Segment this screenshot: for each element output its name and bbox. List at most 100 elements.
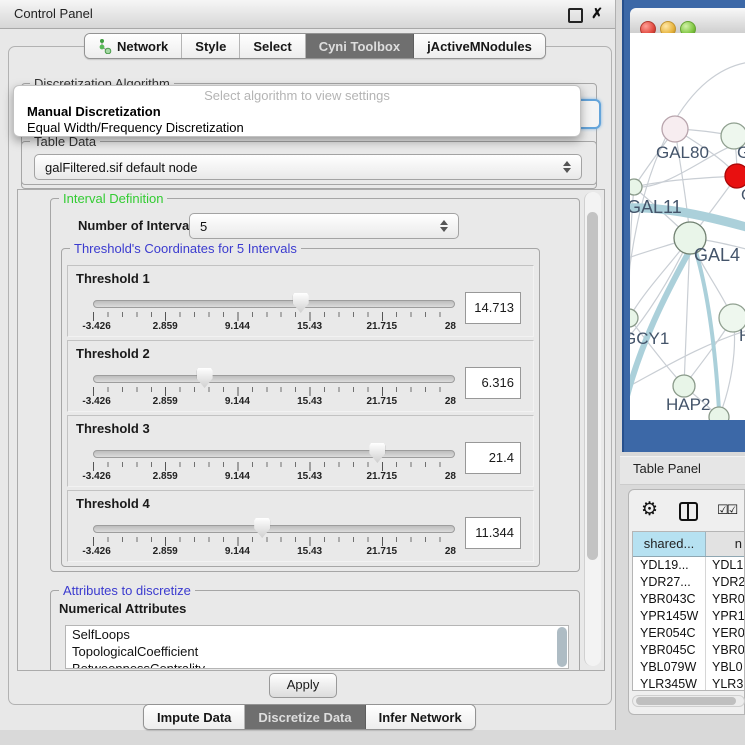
tab-network[interactable]: Network [85, 34, 182, 58]
node-label: GAL4 [694, 245, 740, 265]
dropdown-option-equal-width[interactable]: Equal Width/Frequency Discretization [27, 120, 244, 135]
table-data-combobox[interactable]: galFiltered.sif default node [34, 154, 582, 180]
threshold-4-slider-track[interactable] [93, 525, 455, 533]
node-label: GAL80 [656, 143, 709, 162]
node-label: H [739, 326, 745, 345]
thresholds-group: Threshold's Coordinates for 5 Intervals … [61, 248, 540, 567]
table-data-selected: galFiltered.sif default node [45, 160, 563, 175]
threshold-1-slider-thumb[interactable] [293, 293, 309, 313]
slider-ticks [93, 537, 454, 546]
cyni-mode-tabbar: Impute Data Discretize Data Infer Networ… [143, 704, 476, 730]
tab-cyni-toolbox[interactable]: Cyni Toolbox [306, 34, 414, 58]
attributes-group-title: Attributes to discretize [59, 583, 195, 598]
table-row[interactable]: YBR045CYBR0 [633, 642, 744, 659]
gear-icon[interactable]: ⚙ [641, 498, 658, 521]
column-header-name[interactable]: n [706, 532, 744, 556]
table-row[interactable]: YDL19...YDL1 [633, 557, 744, 574]
list-item[interactable]: TopologicalCoefficient [66, 643, 568, 660]
node-bottom[interactable] [709, 407, 729, 420]
tab-impute-data[interactable]: Impute Data [144, 705, 245, 729]
slider-scale: -3.426 2.859 9.144 15.43 21.715 28 [93, 546, 454, 558]
threshold-1-block: Threshold 1 -3.426 2.859 9.144 15.43 [67, 265, 534, 337]
table-row[interactable]: YER054CYER0 [633, 625, 744, 642]
threshold-2-block: Threshold 2 -3.426 2.859 9.144 15.43 [67, 340, 534, 412]
tab-style[interactable]: Style [182, 34, 240, 58]
apply-button[interactable]: Apply [269, 673, 337, 698]
network-canvas[interactable]: GAL80 G C GAL11 GAL4 GCY1 H HAP2 [630, 33, 745, 420]
panel-title: Control Panel [14, 6, 93, 21]
table-header-row: shared... n [633, 532, 744, 557]
list-item[interactable]: BetweennessCentrality [66, 660, 568, 669]
network-window-titlebar[interactable] [630, 8, 745, 34]
slider-scale: -3.426 2.859 9.144 15.43 21.715 28 [93, 396, 454, 408]
num-intervals-label: Number of Intervals [78, 218, 200, 233]
node-label: GAL11 [630, 197, 682, 217]
threshold-3-slider-track[interactable] [93, 450, 455, 458]
threshold-2-slider-thumb[interactable] [197, 368, 213, 388]
tab-select[interactable]: Select [240, 34, 305, 58]
thresholds-group-title: Threshold's Coordinates for 5 Intervals [70, 241, 301, 256]
node-gal80[interactable] [662, 116, 688, 142]
table-panel-title: Table Panel [633, 461, 701, 476]
table-row[interactable]: YPR145WYPR1 [633, 608, 744, 625]
interval-definition-group: Interval Definition Number of Intervals … [50, 198, 580, 572]
scrollbar-thumb[interactable] [587, 212, 598, 560]
numerical-attributes-label: Numerical Attributes [59, 601, 186, 616]
node-label: GCY1 [630, 329, 669, 348]
tab-infer-network[interactable]: Infer Network [366, 705, 475, 729]
table-row[interactable]: YDR27...YDR2 [633, 574, 744, 591]
column-header-shared-name[interactable]: shared... [633, 532, 706, 556]
control-panel-titlebar[interactable]: Control Panel ✗ [0, 0, 615, 29]
node-gcy1[interactable] [630, 309, 638, 327]
list-item[interactable]: SelfLoops [66, 626, 568, 643]
settings-scrollbar[interactable] [584, 192, 601, 666]
threshold-2-value-field[interactable]: 6.316 [465, 367, 521, 399]
network-graph: GAL80 G C GAL11 GAL4 GCY1 H HAP2 [630, 33, 745, 420]
threshold-3-slider-thumb[interactable] [369, 443, 385, 463]
tab-discretize-data[interactable]: Discretize Data [245, 705, 365, 729]
checkbox-icons[interactable]: ☑☑ [717, 502, 736, 518]
node-gal11[interactable] [630, 179, 642, 195]
float-window-icon[interactable] [568, 8, 583, 23]
threshold-4-block: Threshold 4 -3.426 2.859 9.144 15.43 [67, 490, 534, 562]
table-panel: ⚙ ☑☑ shared... n YDL19...YDL1 YDR27...YD… [628, 489, 745, 715]
network-icon [98, 38, 112, 54]
threshold-4-value-field[interactable]: 11.344 [465, 517, 521, 549]
slider-scale: -3.426 2.859 9.144 15.43 21.715 28 [93, 321, 454, 333]
node-attribute-table[interactable]: shared... n YDL19...YDL1 YDR27...YDR2 YB… [632, 531, 745, 691]
tab-jactivemnodules[interactable]: jActiveMNodules [414, 34, 545, 58]
toolbox-tabbar: Network Style Select Cyni Toolbox jActiv… [84, 33, 546, 59]
node-hap2[interactable] [673, 375, 695, 397]
threshold-4-slider-thumb[interactable] [254, 518, 270, 538]
table-hscrollbar[interactable] [632, 695, 745, 707]
control-panel-window: Control Panel ✗ Discretization Algorithm… [0, 0, 616, 730]
threshold-3-block: Threshold 3 -3.426 2.859 9.144 15.43 [67, 415, 534, 487]
columns-icon[interactable] [679, 502, 698, 521]
num-intervals-combobox[interactable]: 5 [189, 213, 459, 239]
scrollbar-thumb[interactable] [636, 697, 736, 705]
close-icon[interactable]: ✗ [591, 5, 603, 22]
node-label: HAP2 [666, 395, 710, 414]
attributes-list[interactable]: SelfLoops TopologicalCoefficient Between… [65, 625, 569, 669]
attributes-group: Attributes to discretize Numerical Attri… [50, 590, 580, 671]
threshold-2-slider-track[interactable] [93, 375, 455, 383]
slider-ticks [93, 462, 454, 471]
table-row[interactable]: YBL079WYBL0 [633, 659, 744, 676]
threshold-3-value-field[interactable]: 21.4 [465, 442, 521, 474]
dropdown-option-manual[interactable]: Manual Discretization [27, 104, 161, 119]
node-selected-red[interactable] [725, 164, 745, 188]
slider-ticks [93, 387, 454, 396]
table-row[interactable]: YBR043CYBR0 [633, 591, 744, 608]
num-intervals-value: 5 [200, 219, 440, 234]
node-label: G [737, 143, 745, 162]
slider-ticks [93, 312, 454, 321]
algorithm-dropdown-popup: Select algorithm to view settings Manual… [13, 85, 581, 137]
combo-spinner-icon [563, 161, 571, 173]
application: Control Panel ✗ Discretization Algorithm… [0, 0, 745, 745]
settings-scrollpane: Interval Definition Number of Intervals … [17, 189, 605, 671]
table-data-group: Table Data galFiltered.sif default node [21, 141, 597, 189]
list-scrollbar[interactable] [557, 627, 567, 667]
threshold-1-value-field[interactable]: 14.713 [465, 292, 521, 324]
threshold-1-slider-track[interactable] [93, 300, 455, 308]
table-row[interactable]: YLR345WYLR3 [633, 676, 744, 691]
